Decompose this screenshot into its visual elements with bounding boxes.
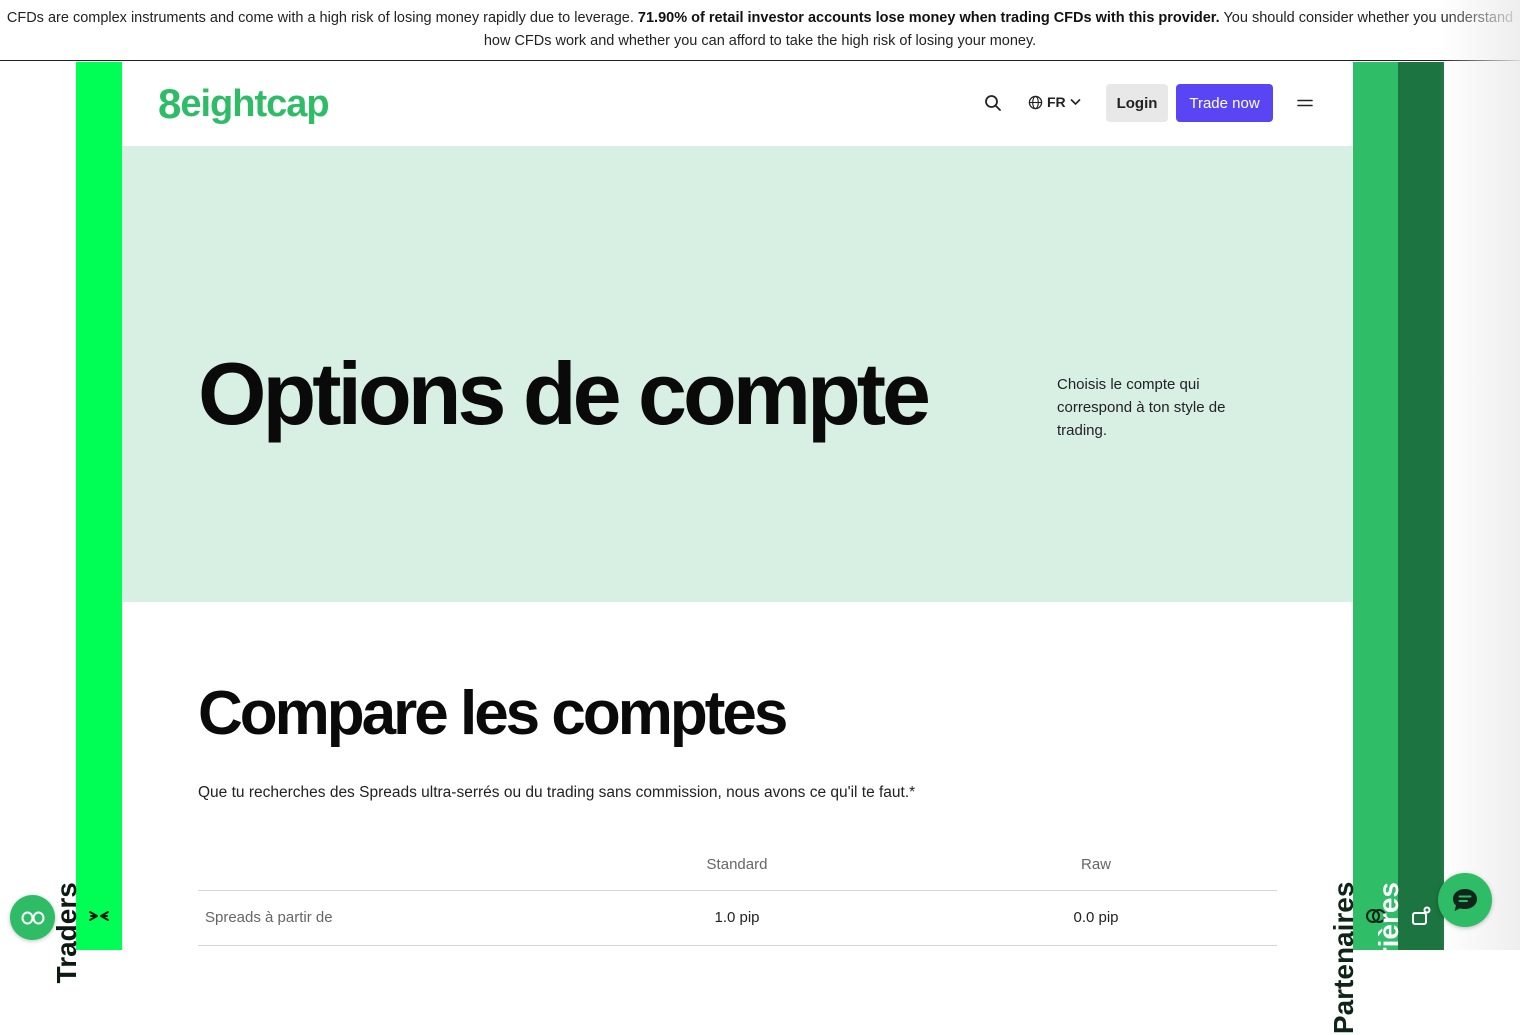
account-comparison-table: Standard Raw Spreads à partir de 1.0 pip…	[198, 848, 1277, 946]
side-tab-partners-label: Partenaires	[1328, 882, 1359, 1035]
chevron-down-icon	[1070, 98, 1081, 106]
accessibility-button[interactable]	[10, 895, 55, 940]
cell-raw-spread: 0.0 pip	[1073, 909, 1119, 926]
side-tab-careers-label: Carrières	[1373, 882, 1404, 1005]
risk-text-bold: 71.90% of retail investor accounts lose …	[637, 10, 1220, 26]
table-row: Spreads à partir de 1.0 pip 0.0 pip	[198, 891, 1277, 946]
accessibility-icon	[21, 911, 44, 924]
column-header-raw: Raw	[1080, 856, 1112, 873]
side-tab-partners[interactable]: Partenaires	[1328, 62, 1399, 1035]
collapse-arrows-icon	[89, 911, 109, 921]
compare-title: Compare les comptes	[198, 679, 788, 748]
language-selector[interactable]: FR	[1028, 94, 1081, 110]
site-header: 8 eightcap FR Login Trade now	[122, 62, 1353, 146]
careers-icon	[1412, 906, 1431, 925]
logo-text: eightcap	[180, 82, 329, 125]
column-header-standard: Standard	[706, 856, 768, 873]
hero-subtitle: Choisis le compte qui correspond à ton s…	[1057, 376, 1226, 439]
logo-mark: 8	[158, 80, 182, 127]
row-label: Spreads à partir de	[205, 909, 333, 926]
main-content: 8 eightcap FR Login Trade now Options de…	[122, 62, 1353, 950]
logo[interactable]: 8 eightcap	[158, 80, 330, 127]
page-title: Options de compte	[198, 344, 931, 443]
risk-text-before: CFDs are complex instruments and come wi…	[6, 10, 634, 26]
login-button[interactable]: Login	[1106, 84, 1168, 122]
menu-icon[interactable]	[1297, 97, 1313, 109]
cell-standard-spread: 1.0 pip	[714, 909, 760, 926]
table-header: Standard Raw	[198, 848, 1277, 891]
chat-button[interactable]	[1438, 873, 1492, 927]
side-tab-traders[interactable]: Traders	[51, 62, 122, 983]
trade-now-button[interactable]: Trade now	[1176, 84, 1273, 122]
search-icon[interactable]	[984, 94, 1002, 112]
risk-warning-banner: CFDs are complex instruments and come wi…	[0, 0, 1520, 61]
page-edge-shadow	[1440, 0, 1520, 950]
globe-icon	[1028, 95, 1043, 109]
side-tab-traders-label: Traders	[51, 882, 82, 984]
language-code: FR	[1047, 94, 1066, 110]
chat-icon	[1453, 889, 1477, 911]
side-tab-careers[interactable]: Carrières	[1373, 62, 1444, 1005]
compare-subtitle: Que tu recherches des Spreads ultra-serr…	[198, 784, 916, 801]
